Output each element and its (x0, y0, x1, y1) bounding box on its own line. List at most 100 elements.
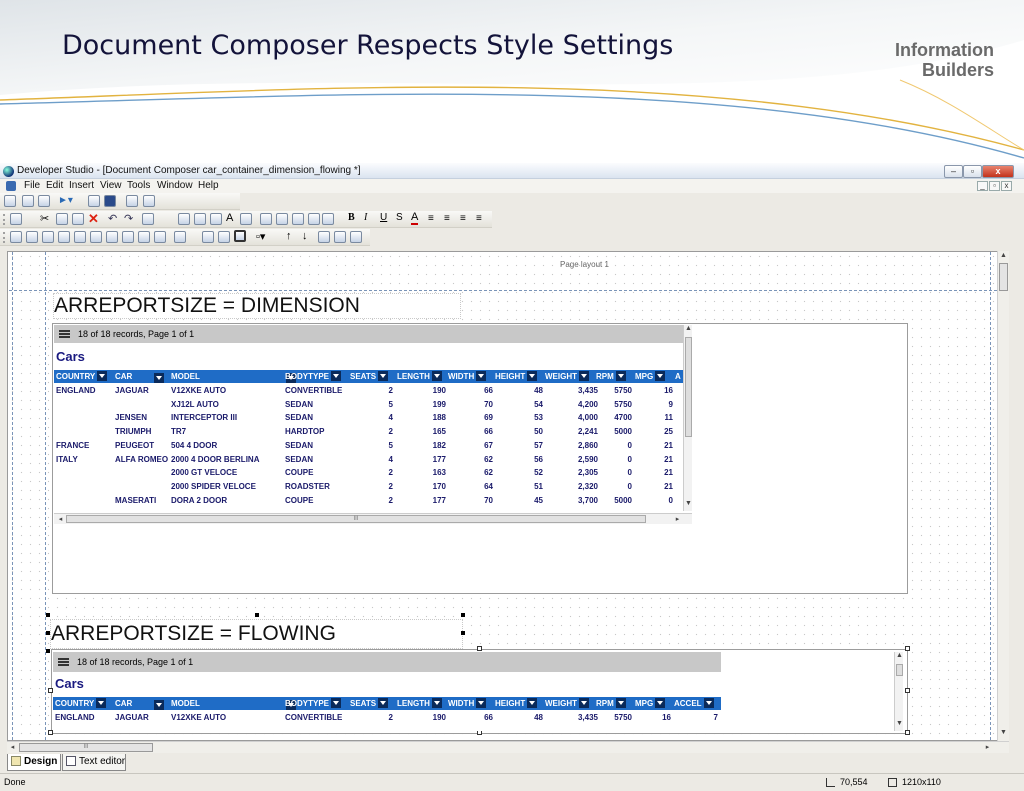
col-seats[interactable]: SEATS (350, 697, 389, 710)
tab-design[interactable]: Design (7, 754, 61, 771)
col-rpm[interactable]: RPM (596, 370, 626, 383)
chart-icon[interactable] (194, 213, 206, 225)
report-icon[interactable] (240, 213, 252, 225)
toolbar-grip[interactable] (3, 214, 6, 225)
strikethrough-button[interactable]: S (396, 212, 403, 223)
output-icon[interactable] (350, 231, 362, 243)
col-a[interactable]: A (675, 370, 681, 383)
center-vertical-icon[interactable] (90, 231, 102, 243)
menu-edit[interactable]: Edit (46, 180, 63, 191)
col-model[interactable]: MODEL (171, 697, 200, 710)
resize-handle[interactable] (461, 631, 465, 635)
preview-icon[interactable] (334, 231, 346, 243)
same-size-icon[interactable] (154, 231, 166, 243)
radio-icon[interactable] (322, 213, 334, 225)
col-rpm[interactable]: RPM (596, 697, 626, 710)
scroll-left-icon[interactable]: ◂ (56, 515, 65, 523)
resize-handle[interactable] (461, 613, 465, 617)
same-height-icon[interactable] (138, 231, 150, 243)
resize-handle[interactable] (46, 613, 50, 617)
canvas-vscroll[interactable]: ▲ ▼ (997, 251, 1009, 741)
menu-help[interactable]: Help (198, 180, 219, 191)
font-color-button[interactable]: A (411, 211, 419, 225)
col-country[interactable]: COUNTRY (55, 697, 107, 710)
menu-tools[interactable]: Tools (127, 180, 150, 191)
container-handle[interactable] (477, 646, 482, 651)
underline-button[interactable]: U (380, 212, 387, 223)
report1-hscroll[interactable]: ◂ III ▸ (54, 513, 692, 524)
container-handle[interactable] (905, 688, 910, 693)
report1-vscroll[interactable]: ▲ ▼ (683, 325, 692, 511)
save-icon[interactable] (10, 213, 22, 225)
same-width-icon[interactable] (122, 231, 134, 243)
align-lefts-icon[interactable] (26, 231, 38, 243)
canvas-vscroll-thumb[interactable] (999, 263, 1008, 291)
col-country[interactable]: COUNTRY (56, 370, 108, 383)
col-weight[interactable]: WEIGHT (545, 697, 589, 710)
menu-window[interactable]: Window (157, 180, 193, 191)
explorer-icon[interactable] (104, 195, 116, 207)
layout-icon[interactable] (143, 195, 155, 207)
field-icon[interactable] (260, 213, 272, 225)
col-length[interactable]: LENGTH (397, 697, 442, 710)
container-icon[interactable] (234, 230, 246, 242)
col-bodytype[interactable]: BODYTYPE (285, 370, 342, 383)
center-horizontal-icon[interactable] (106, 231, 118, 243)
col-width[interactable]: WIDTH (448, 370, 487, 383)
cut-icon[interactable]: ✂ (40, 212, 49, 225)
copy-icon[interactable] (56, 213, 68, 225)
col-model[interactable]: MODEL (171, 370, 200, 383)
toolbar-grip[interactable] (3, 232, 6, 243)
text-icon[interactable] (178, 213, 190, 225)
scroll-up-icon[interactable]: ▲ (895, 652, 904, 659)
resize-handle[interactable] (255, 613, 259, 617)
list-icon[interactable] (292, 213, 304, 225)
save-as-icon[interactable] (38, 195, 50, 207)
refresh-icon[interactable] (142, 213, 154, 225)
align-center-icon[interactable]: ≡ (444, 213, 450, 224)
menu-insert[interactable]: Insert (69, 180, 94, 191)
align-right-icon[interactable]: ≡ (460, 213, 466, 224)
canvas-hscroll-thumb[interactable]: III (19, 743, 153, 752)
scroll-left-icon[interactable]: ◂ (8, 743, 17, 751)
menu-file[interactable]: File (24, 180, 40, 191)
container-handle[interactable] (905, 646, 910, 651)
scroll-down-icon[interactable]: ▼ (895, 720, 904, 727)
font-icon[interactable]: A (226, 212, 233, 224)
bold-button[interactable]: B (348, 212, 355, 223)
col-width[interactable]: WIDTH (448, 697, 487, 710)
report2-vscroll-thumb[interactable] (896, 664, 903, 676)
col-car-dropdown-icon[interactable] (154, 373, 164, 384)
italic-button[interactable]: I (364, 212, 367, 223)
col-height[interactable]: HEIGHT (495, 370, 538, 383)
container-handle[interactable] (905, 730, 910, 735)
checkbox-icon[interactable] (308, 213, 320, 225)
document-icon[interactable] (6, 181, 16, 191)
col-length[interactable]: LENGTH (397, 370, 442, 383)
canvas-hscroll[interactable]: ◂ III ▸ (7, 741, 1009, 753)
table-icon[interactable] (276, 213, 288, 225)
scroll-up-icon[interactable]: ▲ (684, 325, 693, 332)
snap-icon[interactable] (202, 231, 214, 243)
col-height[interactable]: HEIGHT (495, 697, 538, 710)
bring-forward-icon[interactable]: ↑ (286, 230, 292, 242)
resize-handle[interactable] (46, 631, 50, 635)
scroll-up-icon[interactable]: ▲ (999, 252, 1008, 259)
image-icon[interactable] (210, 213, 222, 225)
run-icon[interactable]: ►▾ (58, 195, 73, 206)
report1-vscroll-thumb[interactable] (685, 337, 692, 437)
col-bodytype[interactable]: BODYTYPE (285, 697, 342, 710)
col-car[interactable]: CAR (115, 697, 132, 710)
col-accel[interactable]: ACCEL (674, 697, 714, 710)
report2-title[interactable]: ARREPORTSIZE = FLOWING (50, 619, 463, 649)
mdi-close-button[interactable]: x (1001, 181, 1012, 191)
scroll-right-icon[interactable]: ▸ (673, 515, 682, 523)
restore-button[interactable]: ▫ (963, 165, 982, 178)
undo-icon[interactable]: ↶ (108, 212, 117, 225)
col-weight[interactable]: WEIGHT (545, 370, 589, 383)
table-layout-icon[interactable] (174, 231, 186, 243)
scroll-right-icon[interactable]: ▸ (983, 743, 992, 751)
wizard-icon[interactable] (88, 195, 100, 207)
scroll-down-icon[interactable]: ▼ (684, 500, 693, 507)
mdi-restore-button[interactable]: ▫ (989, 181, 1000, 191)
